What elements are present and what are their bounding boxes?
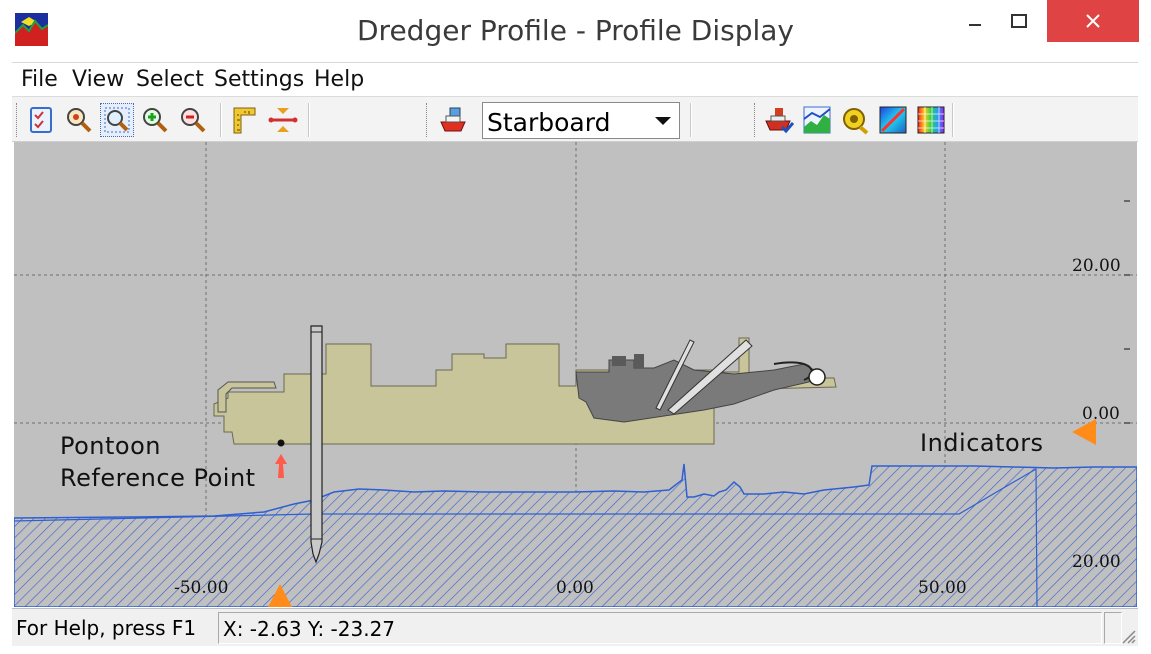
view-side-select[interactable]: Starboard [482, 102, 680, 139]
distance-icon [268, 108, 298, 132]
profile-canvas [14, 142, 1137, 607]
ruler-button[interactable] [228, 103, 262, 137]
chevron-down-icon[interactable] [647, 103, 679, 138]
toolbar-grip[interactable] [754, 103, 757, 137]
toolbar: Starboard [12, 96, 1138, 142]
toolbar-separator [952, 103, 954, 137]
zoom-out-icon [181, 108, 206, 133]
menu-view[interactable]: View [72, 67, 124, 92]
y-tick-label: 20.00 [1072, 552, 1121, 572]
vessel-view-icon [440, 107, 466, 132]
color-palette-icon [917, 106, 945, 134]
pontoon-label: Pontoon [60, 432, 161, 460]
tape-measure-icon [843, 108, 869, 135]
menu-settings[interactable]: Settings [214, 67, 304, 92]
y-tick-label: 0.00 [1082, 404, 1120, 424]
ruler-icon [233, 107, 256, 134]
color-gradient-icon [879, 106, 907, 134]
menu-file[interactable]: File [21, 67, 58, 92]
winch-block [634, 354, 644, 368]
profile-chart-icon [803, 106, 831, 134]
toolbar-grip[interactable] [426, 103, 429, 137]
x-tick-label: 50.00 [918, 578, 967, 598]
status-bar: For Help, press F1 X: -2.63 Y: -23.27 [12, 608, 1138, 646]
zoom-in-icon [143, 108, 168, 133]
minimize-button[interactable] [952, 0, 998, 42]
profile-chart-button[interactable] [800, 103, 834, 137]
zoom-in-button[interactable] [138, 103, 172, 137]
maximize-button[interactable] [996, 0, 1042, 42]
properties-icon [30, 107, 52, 133]
color-gradient-button[interactable] [876, 103, 910, 137]
spud-pole [310, 325, 323, 564]
help-status: For Help, press F1 [16, 616, 197, 640]
toolbar-separator [220, 103, 222, 137]
color-palette-button[interactable] [914, 103, 948, 137]
coordinates-status: X: -2.63 Y: -23.27 [218, 612, 1102, 644]
tape-measure-button[interactable] [838, 103, 872, 137]
close-button[interactable] [1047, 0, 1139, 42]
title-bar: Dredger Profile - Profile Display [0, 0, 1151, 62]
zoom-button[interactable] [62, 103, 96, 137]
vessel-settings-icon [765, 108, 794, 134]
indicators-label: Indicators [920, 429, 1044, 457]
zoom-window-button[interactable] [100, 103, 134, 137]
close-icon [1086, 14, 1100, 28]
winch-block [612, 356, 626, 366]
cutter-head [808, 368, 826, 386]
profile-plot[interactable]: Pontoon Reference Point Indicators 20.00… [14, 142, 1137, 607]
pontoon-reference-point[interactable] [277, 439, 285, 447]
properties-button[interactable] [24, 103, 58, 137]
toolbar-separator [690, 103, 692, 137]
zoom-out-button[interactable] [176, 103, 210, 137]
distance-button[interactable] [266, 103, 300, 137]
zoom-window-icon [104, 107, 130, 133]
vessel-view-button[interactable] [436, 103, 470, 137]
toolbar-grip[interactable] [16, 103, 19, 137]
menu-select[interactable]: Select [136, 67, 204, 92]
zoom-icon [67, 108, 92, 133]
x-tick-label: -50.00 [174, 578, 229, 598]
x-tick-label: 0.00 [556, 578, 594, 598]
menu-bar: File View Select Settings Help [12, 62, 1138, 96]
resize-grip-icon[interactable] [1118, 626, 1136, 644]
toolbar-separator [308, 103, 310, 137]
y-tick-label: 20.00 [1072, 256, 1121, 276]
reference-point-label: Reference Point [60, 464, 256, 492]
reference-arrow-icon [275, 454, 287, 478]
view-side-value: Starboard [487, 108, 611, 137]
vessel-settings-button[interactable] [762, 103, 796, 137]
menu-help[interactable]: Help [314, 67, 364, 92]
